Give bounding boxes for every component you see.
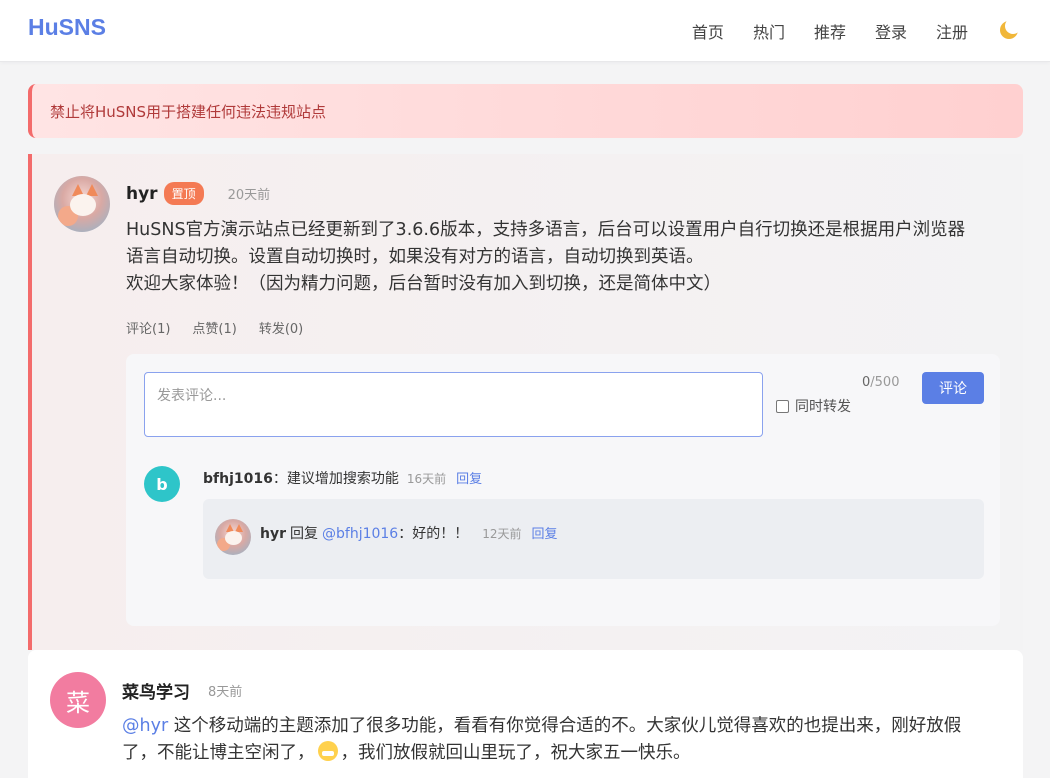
pinned-post: hyr 置顶 20天前 HuSNS官方演示站点已经更新到了3.6.6版本，支持多…: [28, 154, 1023, 650]
post-actions: 评论(1) 点赞(1) 转发(0): [126, 318, 325, 337]
notice-banner: 禁止将HuSNS用于搭建任何违法违规站点: [28, 84, 1023, 138]
notice-text: 禁止将HuSNS用于搭建任何违法违规站点: [50, 102, 327, 121]
nav-recommend[interactable]: 推荐: [814, 19, 846, 43]
comment-item: bfhj1016 ： 建议增加搜索功能 16天前 回复: [203, 468, 482, 488]
nav-login[interactable]: 登录: [875, 19, 907, 43]
nav-hot[interactable]: 热门: [753, 19, 785, 43]
reply-time: 12天前: [482, 527, 522, 541]
nav-home[interactable]: 首页: [692, 19, 724, 43]
comment-input[interactable]: 发表评论...: [144, 372, 763, 437]
repost-label: 同时转发: [795, 399, 851, 415]
comment-section: 发表评论... 0/500 同时转发 评论 b bfhj1016 ： 建议增加搜…: [126, 354, 1000, 626]
reply-item: hyr 回复 @bfhj1016 ： 好的！！ 12天前 回复: [260, 523, 558, 543]
repost-checkbox[interactable]: [776, 399, 789, 413]
share-action[interactable]: 转发(0): [259, 318, 303, 337]
mention-link[interactable]: @bfhj1016: [322, 526, 398, 542]
top-header: HuSNS 首页 热门 推荐 登录 注册: [0, 0, 1050, 62]
repost-option[interactable]: 同时转发: [776, 396, 851, 416]
post-line: 欢迎大家体验！（因为精力问题，后台暂时没有加入到切换，还是简体中文）: [126, 274, 721, 294]
nav-register[interactable]: 注册: [936, 19, 968, 43]
comment-user[interactable]: bfhj1016: [203, 471, 273, 487]
fox-avatar[interactable]: [54, 176, 110, 232]
comment-submit-button[interactable]: 评论: [922, 372, 984, 404]
comment-text: 建议增加搜索功能: [286, 471, 399, 487]
post-content: @hyr 这个移动端的主题添加了很多功能，看看有你觉得合适的不。大家伙儿觉得喜欢…: [122, 716, 962, 763]
dark-mode-moon-icon[interactable]: [998, 18, 1021, 42]
mention-link[interactable]: @hyr: [122, 716, 168, 736]
comment-action[interactable]: 评论(1): [126, 318, 170, 337]
post-content: HuSNS官方演示站点已经更新到了3.6.6版本，支持多语言，后台可以设置用户自…: [126, 217, 1006, 298]
post-time: 20天前: [227, 188, 271, 203]
post-author-row: 菜鸟学习 8天前: [122, 678, 242, 703]
reply-user[interactable]: hyr: [260, 526, 286, 542]
post-author-row: hyr 置顶 20天前: [126, 182, 270, 205]
grin-emoji-icon: [317, 741, 338, 761]
post-line: HuSNS官方演示站点已经更新到了3.6.6版本，支持多语言，后台可以设置用户自…: [126, 220, 966, 240]
main-nav: 首页 热门 推荐 登录 注册: [663, 0, 1021, 62]
post-line: 语言自动切换。设置自动切换时，如果没有对方的语言，自动切换到英语。: [126, 247, 704, 267]
reply-text: 好的！！: [412, 526, 469, 542]
char-counter: 0/500: [862, 375, 900, 390]
like-action[interactable]: 点赞(1): [192, 318, 236, 337]
post-item: 菜 菜鸟学习 8天前 @hyr 这个移动端的主题添加了很多功能，看看有你觉得合适…: [28, 650, 1023, 778]
nested-reply: hyr 回复 @bfhj1016 ： 好的！！ 12天前 回复: [203, 499, 984, 579]
post-author[interactable]: hyr: [126, 184, 158, 204]
commenter-avatar[interactable]: b: [144, 466, 180, 502]
pin-badge: 置顶: [163, 182, 204, 205]
fox-avatar[interactable]: [215, 519, 251, 555]
site-logo[interactable]: HuSNS: [28, 14, 106, 41]
reply-link[interactable]: 回复: [532, 523, 558, 542]
reply-link[interactable]: 回复: [456, 468, 482, 487]
user-avatar[interactable]: 菜: [50, 672, 106, 728]
post-author[interactable]: 菜鸟学习: [122, 678, 190, 703]
post-time: 8天前: [208, 685, 243, 700]
comment-time: 16天前: [406, 472, 447, 486]
